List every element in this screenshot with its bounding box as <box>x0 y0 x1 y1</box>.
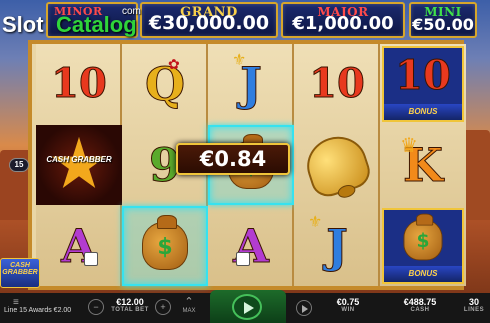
autoplay-button[interactable] <box>296 300 312 316</box>
jackpot-mini-value: €50.00 <box>412 15 474 34</box>
watermark-slot: Slot <box>2 12 44 37</box>
win-value: €0.75 <box>336 297 360 307</box>
status-text: Line 15 Awards €2.00 <box>4 307 72 314</box>
bonus-band-label: BONUS <box>384 266 462 282</box>
jackpot-major-value: €1,000.00 <box>292 13 394 34</box>
money-bag-icon: $ <box>403 213 443 261</box>
watermark-com: com <box>122 6 141 17</box>
fleur-de-lis-icon: ⚜ <box>308 214 323 231</box>
reel-1: 10 CASH GRABBER A <box>36 44 122 286</box>
cash-display: €488.75 CASH <box>395 297 445 313</box>
jackpot-major: MAJOR €1,000.00 <box>281 2 405 38</box>
lines-label: LINES <box>463 307 485 313</box>
symbol-k: ♛ K <box>380 125 466 205</box>
bonus-tile: 10 BONUS <box>382 46 464 122</box>
max-label: MAX <box>182 308 196 314</box>
bet-decrease-button[interactable]: − <box>88 299 104 315</box>
cash-grabber-tile: CASH GRABBER <box>36 125 122 205</box>
rose-icon: ✿ <box>168 56 180 72</box>
symbol-money-bag: $ <box>122 206 208 286</box>
cash-value: €488.75 <box>403 297 437 307</box>
fleur-de-lis-icon: ⚜ <box>232 52 247 69</box>
crown-icon: ♛ <box>400 135 418 157</box>
dice-icon <box>236 252 250 266</box>
watermark-logo: Slot Catalog com <box>0 6 150 38</box>
symbol-bell <box>294 125 380 205</box>
cash-grabber-label: CASH GRABBER <box>46 155 112 164</box>
dice-icon <box>84 252 98 266</box>
total-bet-label: TOTAL BET <box>111 307 149 313</box>
symbol-j: ⚜ J <box>208 44 294 124</box>
bell-icon <box>299 129 375 201</box>
bonus-ten-text: 10 <box>395 52 452 100</box>
symbol-ten-text: 10 <box>51 60 108 107</box>
total-bet-value: €12.00 <box>116 297 144 307</box>
lines-display: 30 LINES <box>460 297 488 313</box>
win-display: €0.75 WIN <box>328 297 368 313</box>
starburst-icon <box>52 137 106 188</box>
cash-label: CASH <box>410 307 430 313</box>
symbol-ten-text: 10 <box>309 60 366 107</box>
reel-4: 10 ⚜ J <box>294 44 380 286</box>
symbol-cash-grabber: CASH GRABBER <box>36 125 122 205</box>
jackpot-mini: MINI €50.00 <box>409 2 477 38</box>
jackpot-grand: GRAND €30,000.00 <box>140 2 278 38</box>
lines-value: 30 <box>468 297 479 307</box>
bet-increase-button[interactable]: + <box>155 299 171 315</box>
symbol-money-bag-bonus: $ BONUS <box>380 206 466 286</box>
total-bet: €12.00 TOTAL BET <box>108 297 152 313</box>
symbol-j-text: J <box>326 219 349 273</box>
payline-marker: 15 <box>9 158 29 172</box>
symbol-ten-bonus: 10 BONUS <box>380 44 466 124</box>
symbol-q: Q ✿ <box>122 44 208 124</box>
play-icon <box>232 294 262 320</box>
win-amount-banner: €0.84 <box>176 143 290 175</box>
symbol-ten: 10 <box>294 44 380 124</box>
bonus-bag-tile: $ BONUS <box>382 208 464 284</box>
bonus-band-label: BONUS <box>384 104 462 120</box>
reel-5: 10 BONUS ♛ K $ BONUS <box>380 44 466 286</box>
spin-button[interactable] <box>210 290 286 323</box>
jackpot-grand-value: €30,000.00 <box>148 12 270 34</box>
side-cash-grabber-badge: CASH GRABBER <box>0 258 40 288</box>
max-bet-button[interactable]: ⌃ MAX <box>178 296 200 320</box>
symbol-ten: 10 <box>36 44 122 124</box>
money-bag-icon: $ <box>142 215 188 270</box>
max-arrow-icon: ⌃ <box>184 296 194 308</box>
symbol-a: A <box>36 206 122 286</box>
symbol-j: ⚜ J <box>294 206 380 286</box>
symbol-a: A <box>208 206 294 286</box>
win-label: WIN <box>341 307 355 313</box>
